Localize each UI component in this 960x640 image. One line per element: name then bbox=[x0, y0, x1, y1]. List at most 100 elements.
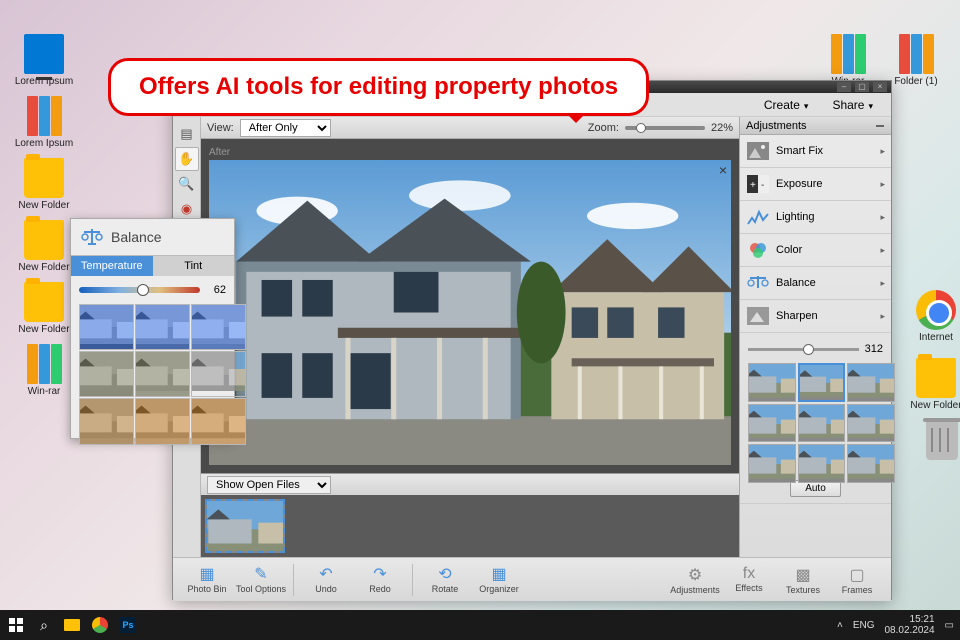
adjustments-header: Adjustments bbox=[740, 117, 891, 135]
language-indicator[interactable]: ENG bbox=[853, 620, 875, 631]
sharpen-preset[interactable] bbox=[798, 363, 846, 402]
zoom-label: Zoom: bbox=[588, 122, 619, 134]
balance-preset[interactable] bbox=[135, 351, 190, 397]
smartfix-icon bbox=[746, 141, 770, 161]
filmstrip bbox=[201, 495, 739, 557]
zoom-tool[interactable]: 🔍 bbox=[175, 172, 199, 196]
hand-tool[interactable]: ✋ bbox=[175, 147, 199, 171]
balance-preset[interactable] bbox=[79, 351, 134, 397]
close-button[interactable]: × bbox=[873, 82, 887, 92]
color-icon bbox=[746, 240, 770, 260]
desktop-icon-folder-(1)[interactable]: Folder (1) bbox=[886, 34, 946, 87]
adjustment-balance[interactable]: Balance▸ bbox=[740, 267, 891, 300]
filmstrip-thumb[interactable] bbox=[205, 499, 285, 553]
exposure-icon: +- bbox=[746, 174, 770, 194]
app-window: – ▢ × Create▾ Share▾ ▤ ✋ 🔍 ◉ View: After… bbox=[172, 80, 892, 600]
chevron-right-icon: ▸ bbox=[880, 245, 885, 256]
temperature-slider[interactable] bbox=[79, 287, 200, 293]
balance-preset[interactable] bbox=[79, 304, 134, 350]
desktop-icon-trash[interactable] bbox=[912, 420, 960, 462]
desktop-icon-win-rar[interactable]: Win-rar bbox=[14, 344, 74, 397]
adjustment-lighting[interactable]: Lighting▸ bbox=[740, 201, 891, 234]
undo-button[interactable]: ↶Undo bbox=[300, 564, 352, 596]
rotate-button[interactable]: ⟲Rotate bbox=[419, 564, 471, 596]
balance-preset[interactable] bbox=[191, 304, 246, 350]
tool-options-button[interactable]: ✎Tool Options bbox=[235, 564, 287, 596]
search-button[interactable]: ⌕ bbox=[34, 615, 54, 635]
taskbar: ⌕ Ps ˄ ENG 15:21 08.02.2024 ▭ bbox=[0, 610, 960, 640]
lighting-icon bbox=[746, 207, 770, 227]
desktop-icon-internet[interactable]: Internet bbox=[906, 290, 960, 343]
sharpen-preset[interactable] bbox=[847, 363, 895, 402]
sharpen-preset[interactable] bbox=[847, 404, 895, 443]
desktop-icon-new-folder[interactable]: New Folder bbox=[14, 282, 74, 335]
organizer-button[interactable]: ▦Organizer bbox=[473, 564, 525, 596]
sharpen-presets bbox=[748, 363, 883, 474]
chrome-button[interactable] bbox=[90, 615, 110, 635]
frames-button[interactable]: ▢Frames bbox=[831, 565, 883, 595]
balance-title: Balance bbox=[111, 229, 162, 245]
balance-preset[interactable] bbox=[135, 304, 190, 350]
desktop-icon-new-folder[interactable]: New Folder bbox=[14, 158, 74, 211]
maximize-button[interactable]: ▢ bbox=[855, 82, 869, 92]
chevron-right-icon: ▸ bbox=[880, 212, 885, 223]
sharpen-value: 312 bbox=[865, 343, 883, 355]
balance-popup: Balance Temperature Tint 62 bbox=[70, 218, 235, 439]
share-menu[interactable]: Share▾ bbox=[822, 96, 883, 114]
zoom-value: 22% bbox=[711, 122, 733, 134]
adjustment-color[interactable]: Color▸ bbox=[740, 234, 891, 267]
temperature-tab[interactable]: Temperature bbox=[71, 255, 153, 276]
svg-text:-: - bbox=[761, 180, 764, 191]
tray-chevron-icon[interactable]: ˄ bbox=[837, 620, 843, 631]
adjustment-exposure[interactable]: +-Exposure▸ bbox=[740, 168, 891, 201]
sharpen-preset[interactable] bbox=[798, 444, 846, 483]
balance-preset[interactable] bbox=[191, 351, 246, 397]
balance-icon bbox=[81, 227, 103, 247]
sharpen-preset[interactable] bbox=[748, 404, 796, 443]
zoom-slider[interactable] bbox=[625, 126, 705, 130]
explorer-button[interactable] bbox=[62, 615, 82, 635]
filmstrip-select[interactable]: Show Open Files bbox=[207, 476, 331, 494]
adjustments-button[interactable]: ⚙Adjustments bbox=[669, 565, 721, 595]
redo-button[interactable]: ↷Redo bbox=[354, 564, 406, 596]
sharpen-preset[interactable] bbox=[748, 363, 796, 402]
create-menu[interactable]: Create▾ bbox=[754, 96, 819, 114]
balance-preset[interactable] bbox=[135, 398, 190, 444]
sharpen-slider[interactable] bbox=[748, 348, 859, 351]
svg-text:+: + bbox=[750, 180, 756, 191]
desktop-icon-new-folder[interactable]: New Folder bbox=[14, 220, 74, 273]
close-image-button[interactable]: × bbox=[719, 162, 727, 178]
temperature-value: 62 bbox=[206, 284, 226, 296]
canvas-area: View: After Only Zoom: 22% After × bbox=[201, 117, 739, 557]
balance-preset[interactable] bbox=[79, 398, 134, 444]
layers-tool[interactable]: ▤ bbox=[175, 122, 199, 146]
balance-icon bbox=[746, 273, 770, 293]
clock-date: 08.02.2024 bbox=[884, 625, 934, 636]
adjustment-smart-fix[interactable]: Smart Fix▸ bbox=[740, 135, 891, 168]
photo-bin-button[interactable]: ▦Photo Bin bbox=[181, 564, 233, 596]
adjustment-sharpen[interactable]: Sharpen▸ bbox=[740, 300, 891, 333]
sharpen-preset[interactable] bbox=[798, 404, 846, 443]
property-image bbox=[209, 160, 731, 465]
tint-tab[interactable]: Tint bbox=[153, 255, 235, 276]
bottom-toolbar: ▦Photo Bin✎Tool Options ↶Undo↷Redo ⟲Rotate… bbox=[173, 557, 891, 601]
effects-button[interactable]: fxEffects bbox=[723, 565, 775, 595]
callout-banner: Offers AI tools for editing property pho… bbox=[108, 58, 649, 116]
balance-preset[interactable] bbox=[191, 398, 246, 444]
notifications-icon[interactable]: ▭ bbox=[945, 620, 954, 631]
chevron-right-icon: ▸ bbox=[880, 146, 885, 157]
ps-button[interactable]: Ps bbox=[118, 615, 138, 635]
view-label: View: bbox=[207, 122, 234, 134]
sharpen-preset[interactable] bbox=[847, 444, 895, 483]
sharpen-icon bbox=[746, 306, 770, 326]
clock-time: 15:21 bbox=[884, 614, 934, 625]
start-button[interactable] bbox=[6, 615, 26, 635]
desktop-icon-lorem-ipsum[interactable]: Lorem Ipsum bbox=[14, 34, 74, 87]
view-select[interactable]: After Only bbox=[240, 119, 331, 137]
desktop-icon-lorem-ipsum[interactable]: Lorem Ipsum bbox=[14, 96, 74, 149]
desktop-icon-new-folder[interactable]: New Folder bbox=[906, 358, 960, 411]
sharpen-preset[interactable] bbox=[748, 444, 796, 483]
minimize-button[interactable]: – bbox=[837, 82, 851, 92]
textures-button[interactable]: ▩Textures bbox=[777, 565, 829, 595]
chevron-right-icon: ▸ bbox=[880, 278, 885, 289]
